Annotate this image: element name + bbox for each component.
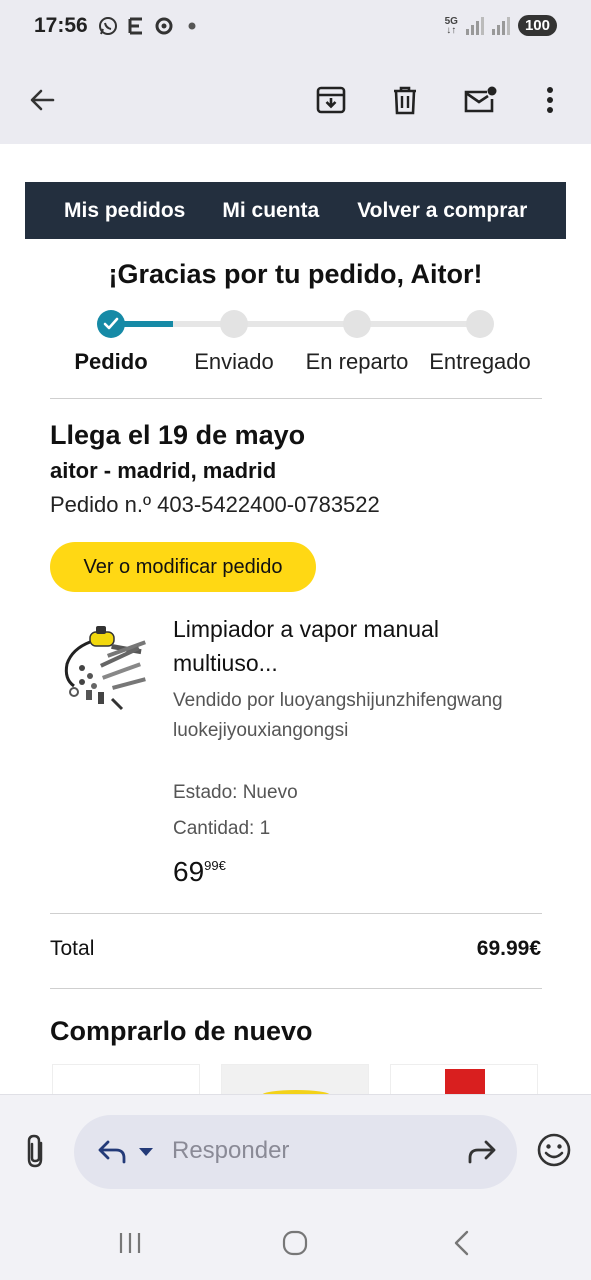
- dot-icon: [181, 15, 203, 37]
- status-system-icons: 5G ↓↑ 100: [445, 15, 557, 36]
- signal-icon: [491, 16, 510, 35]
- shipping-address: aitor - madrid, madrid: [50, 458, 277, 483]
- network-type: 5G ↓↑: [444, 15, 458, 36]
- chevron-down-icon[interactable]: [138, 1144, 154, 1160]
- recommendation-item[interactable]: [52, 1064, 200, 1094]
- thanks-heading: ¡Gracias por tu pedido, Aitor!: [108, 259, 483, 289]
- step-dot-en-reparto: [343, 310, 371, 338]
- whatsapp-icon: [97, 15, 119, 37]
- emoji-icon[interactable]: [535, 1131, 573, 1169]
- back-arrow-icon[interactable]: [20, 78, 64, 122]
- product-quantity: Cantidad: 1: [173, 818, 271, 839]
- recommendation-item[interactable]: [390, 1064, 538, 1094]
- amazon-nav-bar: Mis pedidos Mi cuenta Volver a comprar: [25, 182, 566, 239]
- more-vert-icon[interactable]: [528, 78, 572, 122]
- view-modify-order-button[interactable]: Ver o modificar pedido: [50, 542, 316, 592]
- buy-again-link[interactable]: Volver a comprar: [357, 199, 527, 223]
- status-time: 17:56: [34, 14, 88, 37]
- total-value: 69.99€: [476, 937, 541, 960]
- product-image[interactable]: [52, 624, 152, 714]
- step-label-en-reparto: En reparto: [305, 349, 409, 374]
- recommendation-item[interactable]: [221, 1064, 369, 1094]
- my-account-link[interactable]: Mi cuenta: [222, 199, 319, 223]
- status-notification-icons: [97, 15, 203, 37]
- order-progress-tracker: [97, 309, 495, 339]
- recent-apps-icon[interactable]: [115, 1228, 145, 1258]
- step-dot-pedido: [97, 310, 125, 338]
- app-bar: [0, 56, 591, 144]
- step-label-pedido: Pedido: [74, 349, 148, 374]
- home-icon[interactable]: [280, 1228, 310, 1258]
- product-state: Estado: Nuevo: [173, 782, 298, 803]
- trash-icon[interactable]: [383, 78, 427, 122]
- attachment-icon[interactable]: [18, 1131, 54, 1171]
- reply-bar: Responder: [0, 1094, 591, 1204]
- status-bar: 17:56 5G ↓↑ 100: [0, 0, 591, 56]
- divider: [50, 913, 542, 914]
- product-seller: Vendido por luoyangshijunzhifengwangluok…: [173, 690, 503, 741]
- step-dot-entregado: [466, 310, 494, 338]
- step-label-entregado: Entregado: [429, 349, 531, 374]
- total-label: Total: [50, 937, 95, 960]
- battery-indicator: 100: [517, 15, 557, 36]
- divider: [50, 988, 542, 989]
- e-icon: [125, 15, 147, 37]
- mark-unread-icon[interactable]: [458, 78, 502, 122]
- archive-icon[interactable]: [309, 78, 353, 122]
- product-title[interactable]: Limpiador a vapor manual multiuso...: [173, 612, 503, 680]
- email-body: Mis pedidos Mi cuenta Volver a comprar ¡…: [0, 144, 591, 1094]
- signal-icon: [465, 16, 484, 35]
- reply-placeholder: Responder: [172, 1137, 290, 1164]
- sync-icon: [153, 15, 175, 37]
- forward-icon[interactable]: [465, 1136, 499, 1168]
- buy-again-heading: Comprarlo de nuevo: [50, 1016, 313, 1046]
- step-label-enviado: Enviado: [194, 349, 274, 374]
- product-price: 6999€: [173, 856, 226, 887]
- reply-icon[interactable]: [96, 1136, 128, 1168]
- step-dot-enviado: [220, 310, 248, 338]
- my-orders-link[interactable]: Mis pedidos: [64, 199, 185, 223]
- system-navigation-bar: [0, 1204, 591, 1280]
- divider: [50, 398, 542, 399]
- reply-input[interactable]: Responder: [74, 1115, 517, 1189]
- check-icon: [103, 317, 119, 330]
- system-back-icon[interactable]: [446, 1228, 476, 1258]
- arrival-date: Llega el 19 de mayo: [50, 420, 306, 450]
- order-number: Pedido n.º 403-5422400-0783522: [50, 492, 380, 517]
